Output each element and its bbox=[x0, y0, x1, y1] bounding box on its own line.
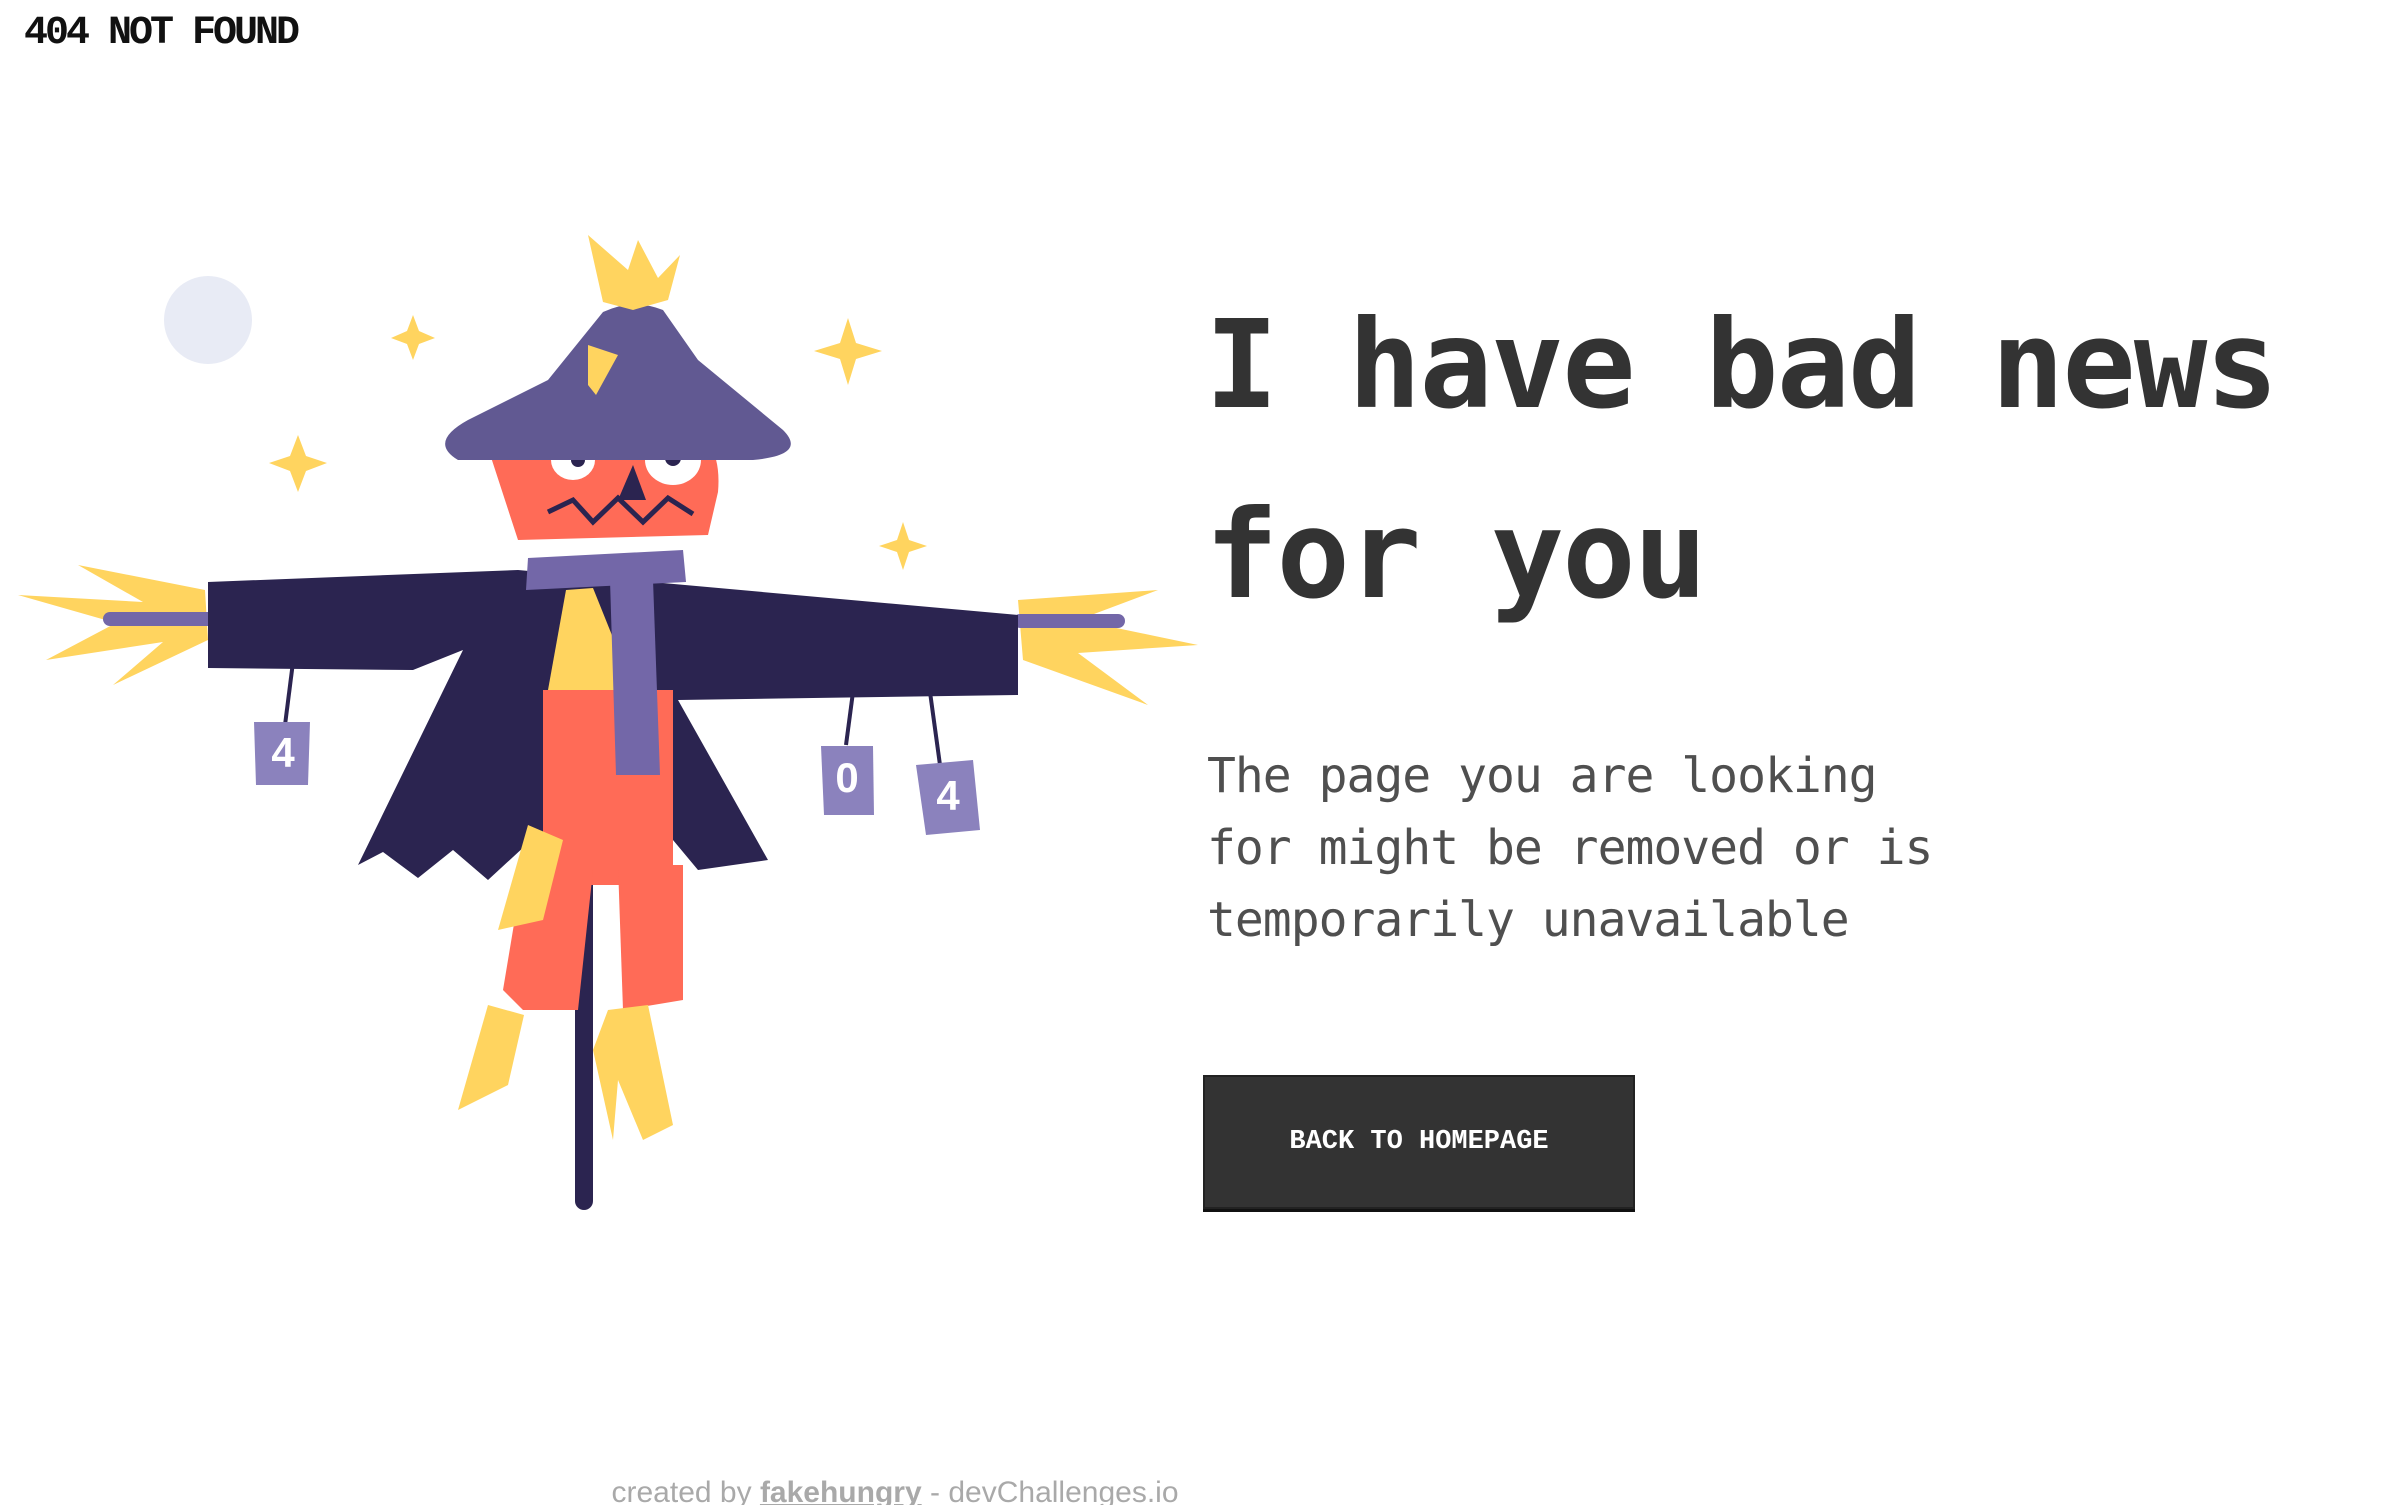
footer-prefix: created by bbox=[611, 1476, 752, 1505]
hanging-can-1: 4 bbox=[254, 722, 310, 785]
error-description: The page you are looking for might be re… bbox=[1207, 748, 1933, 948]
moon-icon bbox=[164, 276, 252, 364]
can-label-2: 0 bbox=[835, 754, 858, 801]
footer-credit: created by fakehungry - devChallenges.io bbox=[0, 1475, 1790, 1505]
hanging-can-3: 4 bbox=[916, 760, 980, 835]
error-headline: I have bad news for you bbox=[1205, 294, 2279, 626]
brand-title: 404 NOT FOUND bbox=[24, 11, 300, 56]
back-to-homepage-button[interactable]: BACK TO HOMEPAGE bbox=[1203, 1075, 1635, 1209]
hanging-can-2: 0 bbox=[821, 746, 874, 815]
footer-separator: - bbox=[930, 1476, 940, 1505]
footer-author-link[interactable]: fakehungry bbox=[760, 1476, 922, 1505]
right-arm-straw bbox=[1018, 590, 1198, 705]
can-label-1: 4 bbox=[271, 729, 295, 776]
hat bbox=[445, 235, 791, 460]
footer-site: devChallenges.io bbox=[948, 1476, 1179, 1505]
scarecrow-illustration: 4 0 4 bbox=[18, 235, 1198, 1210]
can-label-3: 4 bbox=[936, 772, 960, 819]
